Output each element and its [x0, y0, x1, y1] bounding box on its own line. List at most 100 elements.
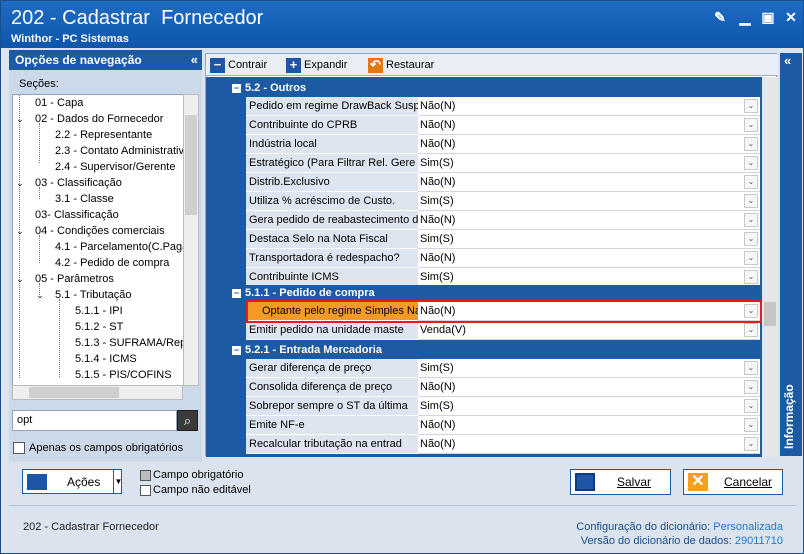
- screen-name: 202 - Cadastrar Fornecedor: [23, 521, 159, 533]
- property-value-select[interactable]: Sim(S) ⌄: [418, 192, 760, 211]
- property-value-select[interactable]: Sim(S) ⌄: [418, 397, 760, 416]
- property-value: Não(N): [420, 419, 456, 431]
- property-value-select[interactable]: Não(N) ⌄: [418, 135, 760, 154]
- tree-item[interactable]: 5.1.4 - ICMS: [75, 351, 137, 367]
- collapse-section-icon[interactable]: −: [232, 288, 241, 298]
- grid-section-header[interactable]: −5.2 - Outros: [228, 80, 760, 97]
- chevron-down-icon[interactable]: ⌄: [744, 232, 758, 246]
- collapse-section-icon[interactable]: −: [232, 345, 241, 355]
- chevron-down-icon[interactable]: ⌄: [744, 156, 758, 170]
- property-value-select[interactable]: Não(N) ⌄: [418, 211, 760, 230]
- chevron-down-icon[interactable]: ⌄: [744, 118, 758, 132]
- search-input[interactable]: opt: [12, 410, 177, 431]
- tree-item[interactable]: 2.3 - Contato Administrativ: [55, 143, 184, 159]
- restore-button[interactable]: ↶ Restaurar: [368, 57, 434, 73]
- restore-icon[interactable]: ▣: [760, 9, 776, 25]
- tree-item[interactable]: 02 - Dados do Fornecedor: [35, 111, 163, 127]
- property-value: Não(N): [420, 381, 456, 393]
- collapse-info-icon[interactable]: «: [784, 53, 791, 68]
- tree-item[interactable]: 04 - Condições comerciais: [35, 223, 165, 239]
- search-icon[interactable]: ⌕: [177, 410, 198, 431]
- property-value-select[interactable]: Sim(S) ⌄: [418, 230, 760, 249]
- info-panel[interactable]: « Informação: [780, 53, 802, 456]
- chevron-down-icon[interactable]: ⌄: [744, 361, 758, 375]
- collapse-section-icon[interactable]: −: [232, 83, 241, 93]
- tree-item[interactable]: 5.1.2 - ST: [75, 319, 123, 335]
- edit-icon[interactable]: ✎: [712, 9, 728, 25]
- tree-item[interactable]: 4.2 - Pedido de compra: [55, 255, 169, 271]
- property-name: Emitir pedido na unidade maste: [246, 321, 419, 340]
- tree-item[interactable]: 5.1.3 - SUFRAMA/Rep: [75, 335, 186, 351]
- expand-button[interactable]: + Expandir: [286, 57, 347, 73]
- tree-collapse-icon[interactable]: ⌄: [15, 226, 25, 237]
- property-value: Não(N): [420, 100, 456, 112]
- save-button[interactable]: Salvar: [570, 469, 671, 495]
- collapse-nav-icon[interactable]: «: [191, 50, 198, 70]
- tree-vertical-scrollbar[interactable]: [183, 94, 199, 386]
- chevron-down-icon[interactable]: ⌄: [744, 418, 758, 432]
- grid-scroll-thumb[interactable]: [764, 302, 776, 326]
- property-name: Contribuinte do CPRB: [246, 116, 419, 135]
- property-value-select[interactable]: Não(N) ⌄: [418, 378, 760, 397]
- chevron-down-icon[interactable]: ⌄: [744, 251, 758, 265]
- section-tree[interactable]: ⌄ ⌄ ⌄ ⌄ ⌄ 01 - Capa 02 - Dados do Fornec…: [12, 94, 199, 386]
- property-value-select[interactable]: Não(N) ⌄: [418, 97, 760, 116]
- tree-collapse-icon[interactable]: ⌄: [35, 290, 45, 301]
- chevron-down-icon[interactable]: ⌄: [744, 399, 758, 413]
- tree-horizontal-scrollbar[interactable]: [12, 385, 183, 400]
- property-name: Distrib.Exclusivo: [246, 173, 419, 192]
- tree-item[interactable]: 5.1 - Tributação: [55, 287, 131, 303]
- tree-item[interactable]: 03- Classificação: [35, 207, 119, 223]
- property-value: Não(N): [420, 176, 456, 188]
- property-value-select[interactable]: Não(N) ⌄: [418, 435, 760, 454]
- tree-item[interactable]: 5.1.1 - IPI: [75, 303, 123, 319]
- chevron-down-icon[interactable]: ⌄: [744, 137, 758, 151]
- property-value-select[interactable]: Não(N) ⌄: [418, 173, 760, 192]
- property-value-select[interactable]: Não(N) ⌄: [418, 116, 760, 135]
- chevron-down-icon[interactable]: ⌄: [744, 194, 758, 208]
- tree-collapse-icon[interactable]: ⌄: [15, 274, 25, 285]
- property-value-select[interactable]: Não(N) ⌄: [418, 416, 760, 435]
- window-subtitle: Winthor - PC Sistemas: [11, 33, 129, 45]
- only-required-checkbox[interactable]: Apenas os campos obrigatórios: [13, 442, 183, 455]
- grid-section-header[interactable]: −5.2.1 - Entrada Mercadoria: [228, 342, 760, 359]
- close-icon[interactable]: ✕: [783, 9, 799, 25]
- property-value-select[interactable]: Sim(S) ⌄: [418, 359, 760, 378]
- property-value-select[interactable]: Não(N) ⌄: [418, 249, 760, 268]
- property-name: Sobrepor sempre o ST da última: [246, 397, 419, 416]
- actions-button[interactable]: Ações ▼: [22, 469, 122, 494]
- tree-collapse-icon[interactable]: ⌄: [15, 114, 25, 125]
- minimize-icon[interactable]: ▁: [737, 9, 753, 25]
- tree-item[interactable]: 05 - Parâmetros: [35, 271, 114, 287]
- tree-collapse-icon[interactable]: ⌄: [15, 178, 25, 189]
- navigation-header: Opções de navegação «: [9, 50, 202, 70]
- tree-item[interactable]: 5.1.5 - PIS/COFINS: [75, 367, 172, 383]
- section-title: 5.1.1 - Pedido de compra: [245, 287, 375, 299]
- tree-item[interactable]: 03 - Classificação: [35, 175, 122, 191]
- collapse-button[interactable]: − Contrair: [210, 57, 267, 73]
- property-name: Indústria local: [246, 135, 419, 154]
- grid-scrollbar[interactable]: [762, 77, 778, 457]
- dictionary-info: Configuração do dicionário: Personalizad…: [576, 521, 783, 547]
- tree-item[interactable]: 01 - Capa: [35, 95, 83, 111]
- grid-toolbar: − Contrair + Expandir ↶ Restaurar: [206, 54, 778, 76]
- floppy-icon: [575, 473, 595, 491]
- cancel-button[interactable]: ✕ Cancelar: [683, 469, 783, 495]
- chevron-down-icon[interactable]: ⌄: [744, 437, 758, 451]
- property-value: Venda(V): [420, 324, 466, 336]
- chevron-down-icon[interactable]: ⌄: [744, 213, 758, 227]
- property-value-select[interactable]: Venda(V) ⌄: [418, 321, 760, 340]
- chevron-down-icon[interactable]: ⌄: [744, 175, 758, 189]
- chevron-down-icon[interactable]: ⌄: [744, 323, 758, 337]
- dropdown-arrow-icon[interactable]: ▼: [113, 470, 123, 493]
- tree-item[interactable]: 4.1 - Parcelamento(C.Paga: [55, 239, 188, 255]
- tree-item[interactable]: 3.1 - Classe: [55, 191, 114, 207]
- property-value-select[interactable]: Sim(S) ⌄: [418, 154, 760, 173]
- legend-required: Campo obrigatório: [140, 469, 244, 481]
- tree-item[interactable]: 2.2 - Representante: [55, 127, 152, 143]
- chevron-down-icon[interactable]: ⌄: [744, 270, 758, 284]
- undo-icon: ↶: [368, 57, 383, 73]
- chevron-down-icon[interactable]: ⌄: [744, 99, 758, 113]
- tree-item[interactable]: 2.4 - Supervisor/Gerente: [55, 159, 175, 175]
- chevron-down-icon[interactable]: ⌄: [744, 380, 758, 394]
